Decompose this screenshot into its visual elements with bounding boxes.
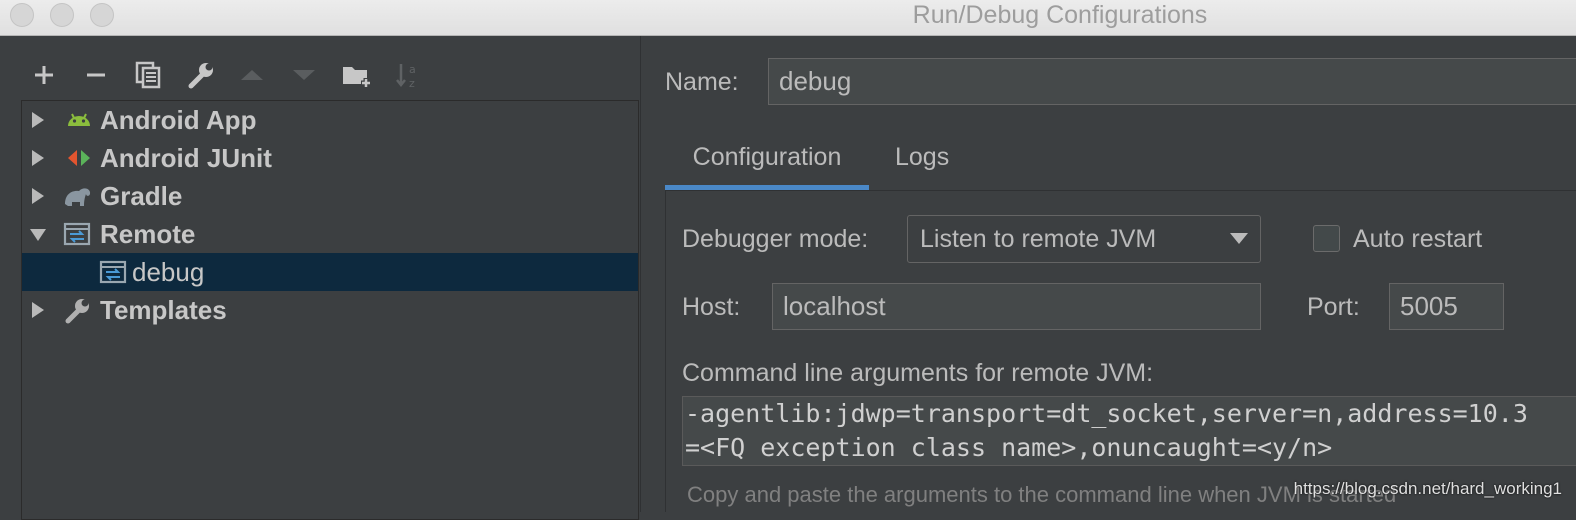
expand-arrow-icon[interactable] — [30, 149, 46, 167]
move-up-button[interactable] — [236, 58, 268, 92]
new-folder-button[interactable] — [340, 58, 372, 92]
svg-text:z: z — [409, 77, 415, 90]
tree-item-debug[interactable]: debug — [22, 253, 638, 291]
title-bar: Run/Debug Configurations — [0, 0, 1576, 36]
down-triangle-icon — [293, 70, 315, 80]
remote-icon — [99, 260, 127, 284]
args-label: Command line arguments for remote JVM: — [682, 359, 1154, 387]
tab-configuration[interactable]: Configuration — [665, 130, 869, 190]
wrench-icon — [65, 299, 89, 324]
host-field[interactable]: localhost — [772, 283, 1261, 330]
tree-item-label: Templates — [100, 295, 227, 325]
tree-item-remote[interactable]: Remote — [22, 215, 638, 253]
copy-button[interactable] — [132, 58, 164, 92]
expand-arrow-icon[interactable] — [30, 111, 46, 129]
tab-logs[interactable]: Logs — [895, 130, 949, 190]
debugger-mode-label: Debugger mode: — [682, 225, 869, 253]
watermark: https://blog.csdn.net/hard_working1 — [1293, 479, 1562, 498]
args-hint: Copy and paste the arguments to the comm… — [687, 482, 1397, 507]
debugger-mode-select[interactable]: Listen to remote JVM — [907, 215, 1261, 263]
gradle-elephant-icon — [65, 188, 91, 206]
move-down-button[interactable] — [288, 58, 320, 92]
config-tree[interactable]: Android App Android JUnit Gradle Remote … — [21, 100, 639, 520]
sort-az-icon: a z — [396, 63, 416, 90]
expand-arrow-icon[interactable] — [30, 187, 46, 205]
copy-icon — [135, 61, 161, 89]
name-label: Name: — [665, 68, 739, 96]
add-button[interactable] — [28, 58, 60, 92]
collapse-arrow-icon[interactable] — [30, 225, 46, 243]
host-label: Host: — [682, 293, 741, 321]
tree-item-label: Android JUnit — [100, 143, 272, 173]
tree-item-label: Android App — [100, 105, 257, 135]
port-field[interactable]: 5005 — [1389, 283, 1504, 330]
tree-item-android-app[interactable]: Android App — [22, 101, 638, 139]
tree-item-label: Gradle — [100, 181, 183, 211]
minus-icon — [87, 73, 105, 77]
svg-text:a: a — [409, 63, 416, 76]
tree-item-label: Remote — [100, 219, 196, 249]
args-textarea[interactable]: -agentlib:jdwp=transport=dt_socket,serve… — [682, 396, 1576, 466]
splitter[interactable] — [640, 36, 641, 512]
remove-button[interactable] — [80, 58, 112, 92]
remote-icon — [63, 222, 91, 246]
tree-item-label: debug — [132, 257, 205, 287]
auto-restart-checkbox[interactable] — [1313, 225, 1340, 252]
name-field[interactable]: debug — [768, 58, 1576, 105]
auto-restart-label: Auto restart — [1353, 225, 1483, 253]
debugger-mode-value: Listen to remote JVM — [920, 225, 1157, 253]
up-triangle-icon — [241, 70, 263, 80]
port-label: Port: — [1307, 293, 1360, 321]
tree-item-gradle[interactable]: Gradle — [22, 177, 638, 215]
window-title: Run/Debug Configurations — [912, 1, 1208, 29]
args-line: =<FQ exception class name>,onuncaught=<y… — [685, 433, 1333, 462]
android-junit-icon — [68, 150, 90, 166]
config-tabs: Configuration Logs — [665, 130, 1576, 191]
args-line: -agentlib:jdwp=transport=dt_socket,serve… — [685, 399, 1528, 428]
edit-defaults-button[interactable] — [184, 58, 216, 92]
tree-item-templates[interactable]: Templates — [22, 291, 638, 329]
tree-item-android-junit[interactable]: Android JUnit — [22, 139, 638, 177]
expand-arrow-icon[interactable] — [30, 301, 46, 319]
folder-plus-icon — [343, 67, 371, 88]
plus-icon — [35, 66, 53, 84]
chevron-down-icon — [1230, 233, 1248, 244]
android-icon — [68, 113, 90, 126]
sort-button[interactable]: a z — [392, 58, 424, 92]
wrench-icon — [188, 63, 213, 89]
